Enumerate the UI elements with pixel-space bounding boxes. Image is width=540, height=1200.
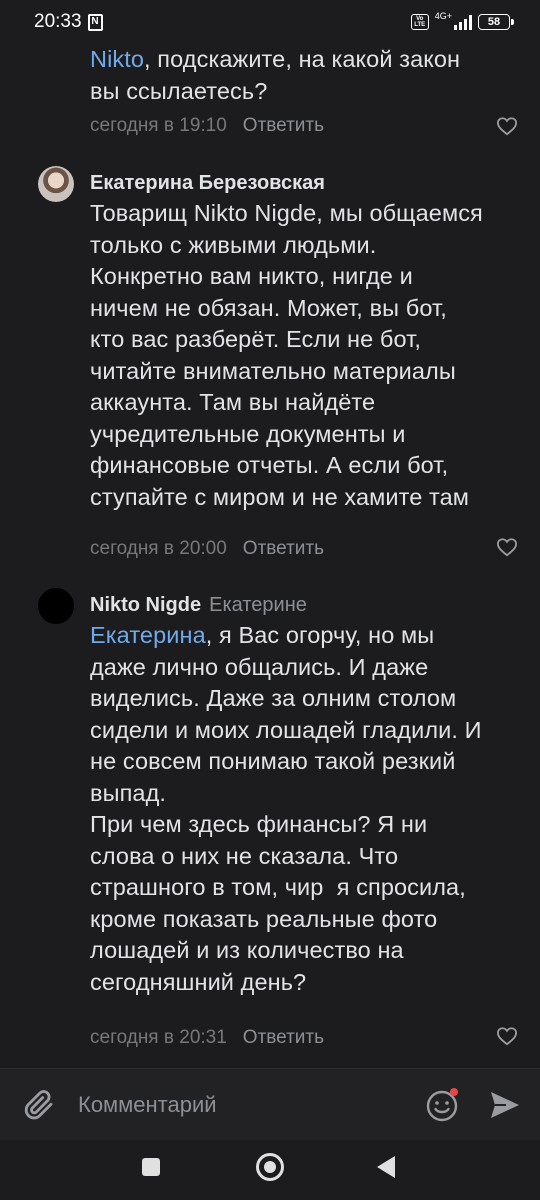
comment-text: Товарищ Nikto Nigde, мы общаемся только … [90,200,483,510]
nfc-icon: N [87,13,103,31]
comment-input[interactable] [78,1089,398,1121]
reply-button[interactable]: Ответить [243,1027,324,1049]
reply-button[interactable]: Ответить [243,115,324,137]
heart-outline-icon[interactable] [496,537,518,557]
comment-timestamp: сегодня в 20:00 [90,538,227,559]
home-icon[interactable] [256,1153,284,1181]
heart-outline-icon[interactable] [496,116,518,136]
comment-meta: сегодня в 20:31 Ответить [90,1027,324,1049]
emoji-smile-icon[interactable] [424,1086,462,1124]
send-arrow-icon[interactable] [488,1089,522,1121]
avatar[interactable] [38,588,74,624]
signal-strength-icon [454,14,472,30]
network-type-label: 4G+ [434,11,452,21]
comment-author: Nikto Nigde Екатерине [90,594,307,617]
comment-meta: сегодня в 20:00 Ответить [90,538,324,560]
comment-timestamp: сегодня в 19:10 [90,115,227,136]
back-icon[interactable] [377,1156,395,1178]
paperclip-icon[interactable] [22,1088,56,1122]
comments-screen: 20:33 N Vo LTE 4G+ 58 Nikto, подскажите,… [0,0,540,1200]
avatar[interactable] [38,166,74,202]
reply-to-label[interactable]: Екатерине [209,594,307,616]
comment-author-name[interactable]: Nikto Nigde [90,594,201,616]
comment-timestamp: сегодня в 20:31 [90,1027,227,1048]
battery-icon: 58 [478,14,514,30]
comment-text: Nikto, подскажите, на какой закон вы ссы… [90,46,461,104]
recents-icon[interactable] [142,1158,160,1176]
comment-composer [0,1068,540,1140]
mention-link[interactable]: Nikto [90,46,144,72]
comment-author[interactable]: Екатерина Березовская [90,172,325,195]
reply-button[interactable]: Ответить [243,538,324,560]
mention-link[interactable]: Екатерина [90,622,206,648]
comment-text: Екатерина, я Вас огорчу, но мы даже личн… [90,622,482,995]
status-bar: 20:33 N Vo LTE 4G+ 58 [0,0,540,44]
volte-icon: Vo LTE [410,14,429,30]
system-navigation-bar [0,1140,540,1200]
status-time: 20:33 [34,11,82,32]
heart-outline-icon[interactable] [496,1026,518,1046]
comment-meta: сегодня в 19:10 Ответить [90,115,324,137]
